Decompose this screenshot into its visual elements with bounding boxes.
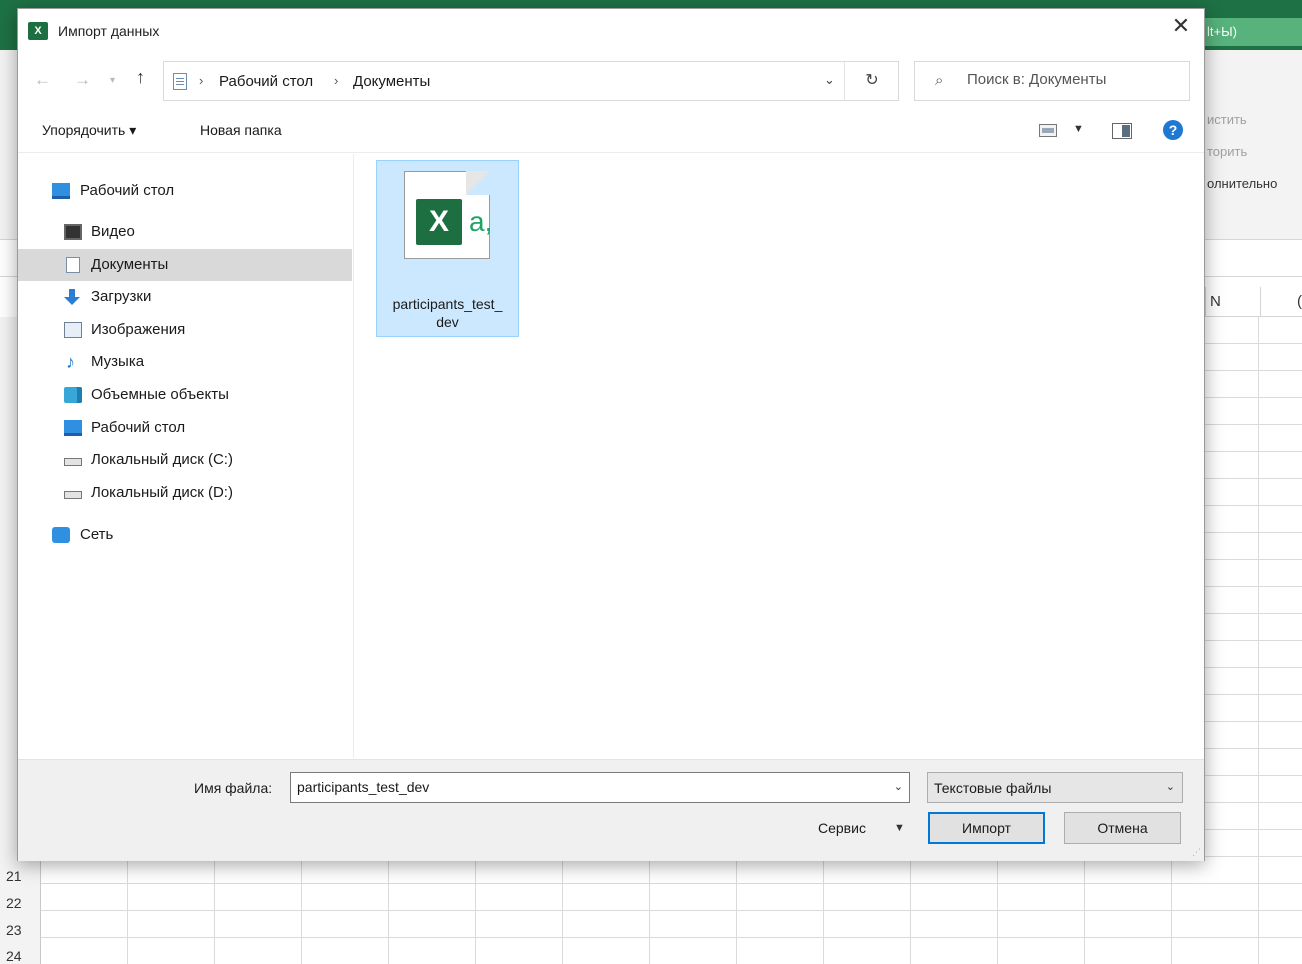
- ribbon-item-clear: истить: [1207, 112, 1247, 127]
- sidebar-item-label: Музыка: [91, 353, 145, 370]
- documents-folder-icon: [173, 73, 187, 90]
- help-icon[interactable]: ?: [1163, 120, 1183, 140]
- row-header-21[interactable]: 21: [0, 868, 41, 884]
- breadcrumb-desktop[interactable]: Рабочий стол: [219, 73, 313, 90]
- sidebar-item-video[interactable]: Видео: [18, 216, 352, 248]
- sidebar-item-label: Сеть: [80, 526, 114, 543]
- images-icon: [64, 322, 82, 338]
- desktop-icon: [64, 420, 82, 436]
- navigation-bar: ← → ▾ ↑ › Рабочий стол › Документы ⌄ ↻ ⌕: [18, 53, 1204, 109]
- file-name-label: participants_test_ dev: [392, 296, 503, 330]
- filename-dropdown-chevron-icon[interactable]: ⌄: [894, 780, 903, 793]
- sidebar-item-label: Видео: [91, 223, 135, 240]
- desktop-icon: [52, 183, 70, 199]
- music-icon: ♪: [66, 352, 75, 372]
- excel-badge: X: [416, 199, 462, 245]
- sidebar-item-label: Изображения: [91, 321, 186, 338]
- sidebar-item-3d-objects[interactable]: Объемные объекты: [18, 379, 352, 411]
- sidebar-item-music[interactable]: ♪ Музыка: [18, 346, 352, 378]
- sidebar-item-drive-d[interactable]: Локальный диск (D:): [18, 477, 352, 509]
- sidebar-item-desktop[interactable]: Рабочий стол: [18, 175, 352, 207]
- recent-locations-chevron-icon[interactable]: ▾: [110, 75, 115, 86]
- excel-csv-icon: X a,: [404, 171, 493, 259]
- address-dropdown-chevron-icon[interactable]: ⌄: [824, 72, 835, 88]
- sidebar-item-downloads[interactable]: Загрузки: [18, 281, 352, 313]
- dialog-title-bar: X Импорт данных ✕: [18, 9, 1204, 53]
- import-button[interactable]: Импорт: [928, 812, 1045, 844]
- preview-pane-icon[interactable]: [1112, 123, 1132, 139]
- sidebar-item-drive-c[interactable]: Локальный диск (C:): [18, 444, 352, 476]
- column-header-o[interactable]: (: [1260, 287, 1302, 317]
- 3d-objects-icon: [64, 387, 82, 403]
- drive-c-icon: [64, 458, 82, 466]
- change-view-icon[interactable]: [1039, 124, 1057, 137]
- import-dialog: X Импорт данных ✕ ← → ▾ ↑ › Рабочий стол…: [17, 8, 1205, 861]
- resize-grip-icon[interactable]: ⋰: [1192, 847, 1201, 858]
- search-input[interactable]: [967, 71, 1177, 88]
- sidebar-item-label: Локальный диск (D:): [91, 484, 233, 501]
- ribbon-shortcut-hint: lt+Ы): [1205, 18, 1302, 46]
- drive-d-icon: [64, 491, 82, 499]
- forward-arrow-icon[interactable]: →: [74, 70, 91, 90]
- filename-label: Имя файла:: [194, 780, 273, 796]
- up-arrow-icon[interactable]: ↑: [136, 67, 145, 88]
- sidebar-item-label: Объемные объекты: [91, 386, 229, 403]
- sidebar-item-label: Рабочий стол: [80, 182, 175, 199]
- address-bar[interactable]: › Рабочий стол › Документы ⌄ ↻: [163, 61, 899, 101]
- ribbon-item-redo: торить: [1207, 144, 1248, 159]
- row-header-24[interactable]: 24: [0, 948, 41, 964]
- sidebar-item-label: Документы: [91, 256, 169, 273]
- column-header-n[interactable]: N: [1205, 287, 1260, 317]
- filetype-select[interactable]: Текстовые файлы ⌄: [927, 772, 1183, 803]
- close-button[interactable]: ✕: [1158, 9, 1204, 45]
- filetype-chevron-icon: ⌄: [1165, 781, 1175, 793]
- command-bar: Упорядочить ▾ Новая папка ▼ ?: [18, 109, 1204, 153]
- back-arrow-icon[interactable]: ←: [34, 70, 51, 90]
- cancel-button[interactable]: Отмена: [1064, 812, 1181, 844]
- sidebar-item-label: Рабочий стол: [91, 419, 186, 436]
- sidebar-item-images[interactable]: Изображения: [18, 314, 352, 346]
- search-icon: ⌕: [935, 72, 944, 89]
- filename-input[interactable]: [297, 779, 877, 795]
- new-folder-button[interactable]: Новая папка: [200, 122, 282, 138]
- dialog-title: Импорт данных: [58, 23, 160, 39]
- file-list: X a, participants_test_ dev: [355, 154, 1204, 758]
- search-box[interactable]: ⌕: [914, 61, 1190, 101]
- service-dropdown-icon[interactable]: ▼: [894, 822, 905, 834]
- sidebar-item-network[interactable]: Сеть: [18, 519, 352, 551]
- breadcrumb-separator-icon[interactable]: ›: [334, 73, 338, 88]
- excel-app-icon: X: [28, 22, 48, 40]
- sidebar-item-label: Загрузки: [91, 288, 152, 305]
- sidebar-item-label: Локальный диск (C:): [91, 451, 233, 468]
- sidebar-item-documents[interactable]: Документы: [18, 249, 352, 281]
- view-options-chevron-icon[interactable]: ▼: [1073, 123, 1084, 135]
- navigation-pane: Рабочий стол Видео Документы Загрузки Из…: [18, 154, 354, 758]
- csv-glyph: a,: [469, 206, 493, 237]
- file-item-participants-test-dev[interactable]: X a, participants_test_ dev: [376, 160, 519, 337]
- network-icon: [52, 527, 70, 543]
- service-button[interactable]: Сервис: [818, 820, 866, 836]
- page-fold: [466, 171, 490, 195]
- organize-button[interactable]: Упорядочить ▾: [42, 122, 136, 139]
- documents-icon: [66, 257, 80, 273]
- sidebar-item-desktop-2[interactable]: Рабочий стол: [18, 412, 352, 444]
- ribbon-item-more: олнительно: [1207, 176, 1278, 191]
- dialog-footer: Имя файла: ⌄ Текстовые файлы ⌄ Сервис ▼ …: [18, 759, 1204, 861]
- row-header-23[interactable]: 23: [0, 922, 41, 938]
- video-icon: [64, 224, 82, 240]
- downloads-icon: [63, 289, 81, 305]
- filetype-value: Текстовые файлы: [934, 780, 1052, 796]
- breadcrumb-separator-icon[interactable]: ›: [199, 73, 203, 88]
- row-header-22[interactable]: 22: [0, 895, 41, 911]
- breadcrumb-documents[interactable]: Документы: [353, 73, 430, 90]
- filename-combobox[interactable]: ⌄: [290, 772, 910, 803]
- refresh-icon[interactable]: ↻: [844, 62, 899, 100]
